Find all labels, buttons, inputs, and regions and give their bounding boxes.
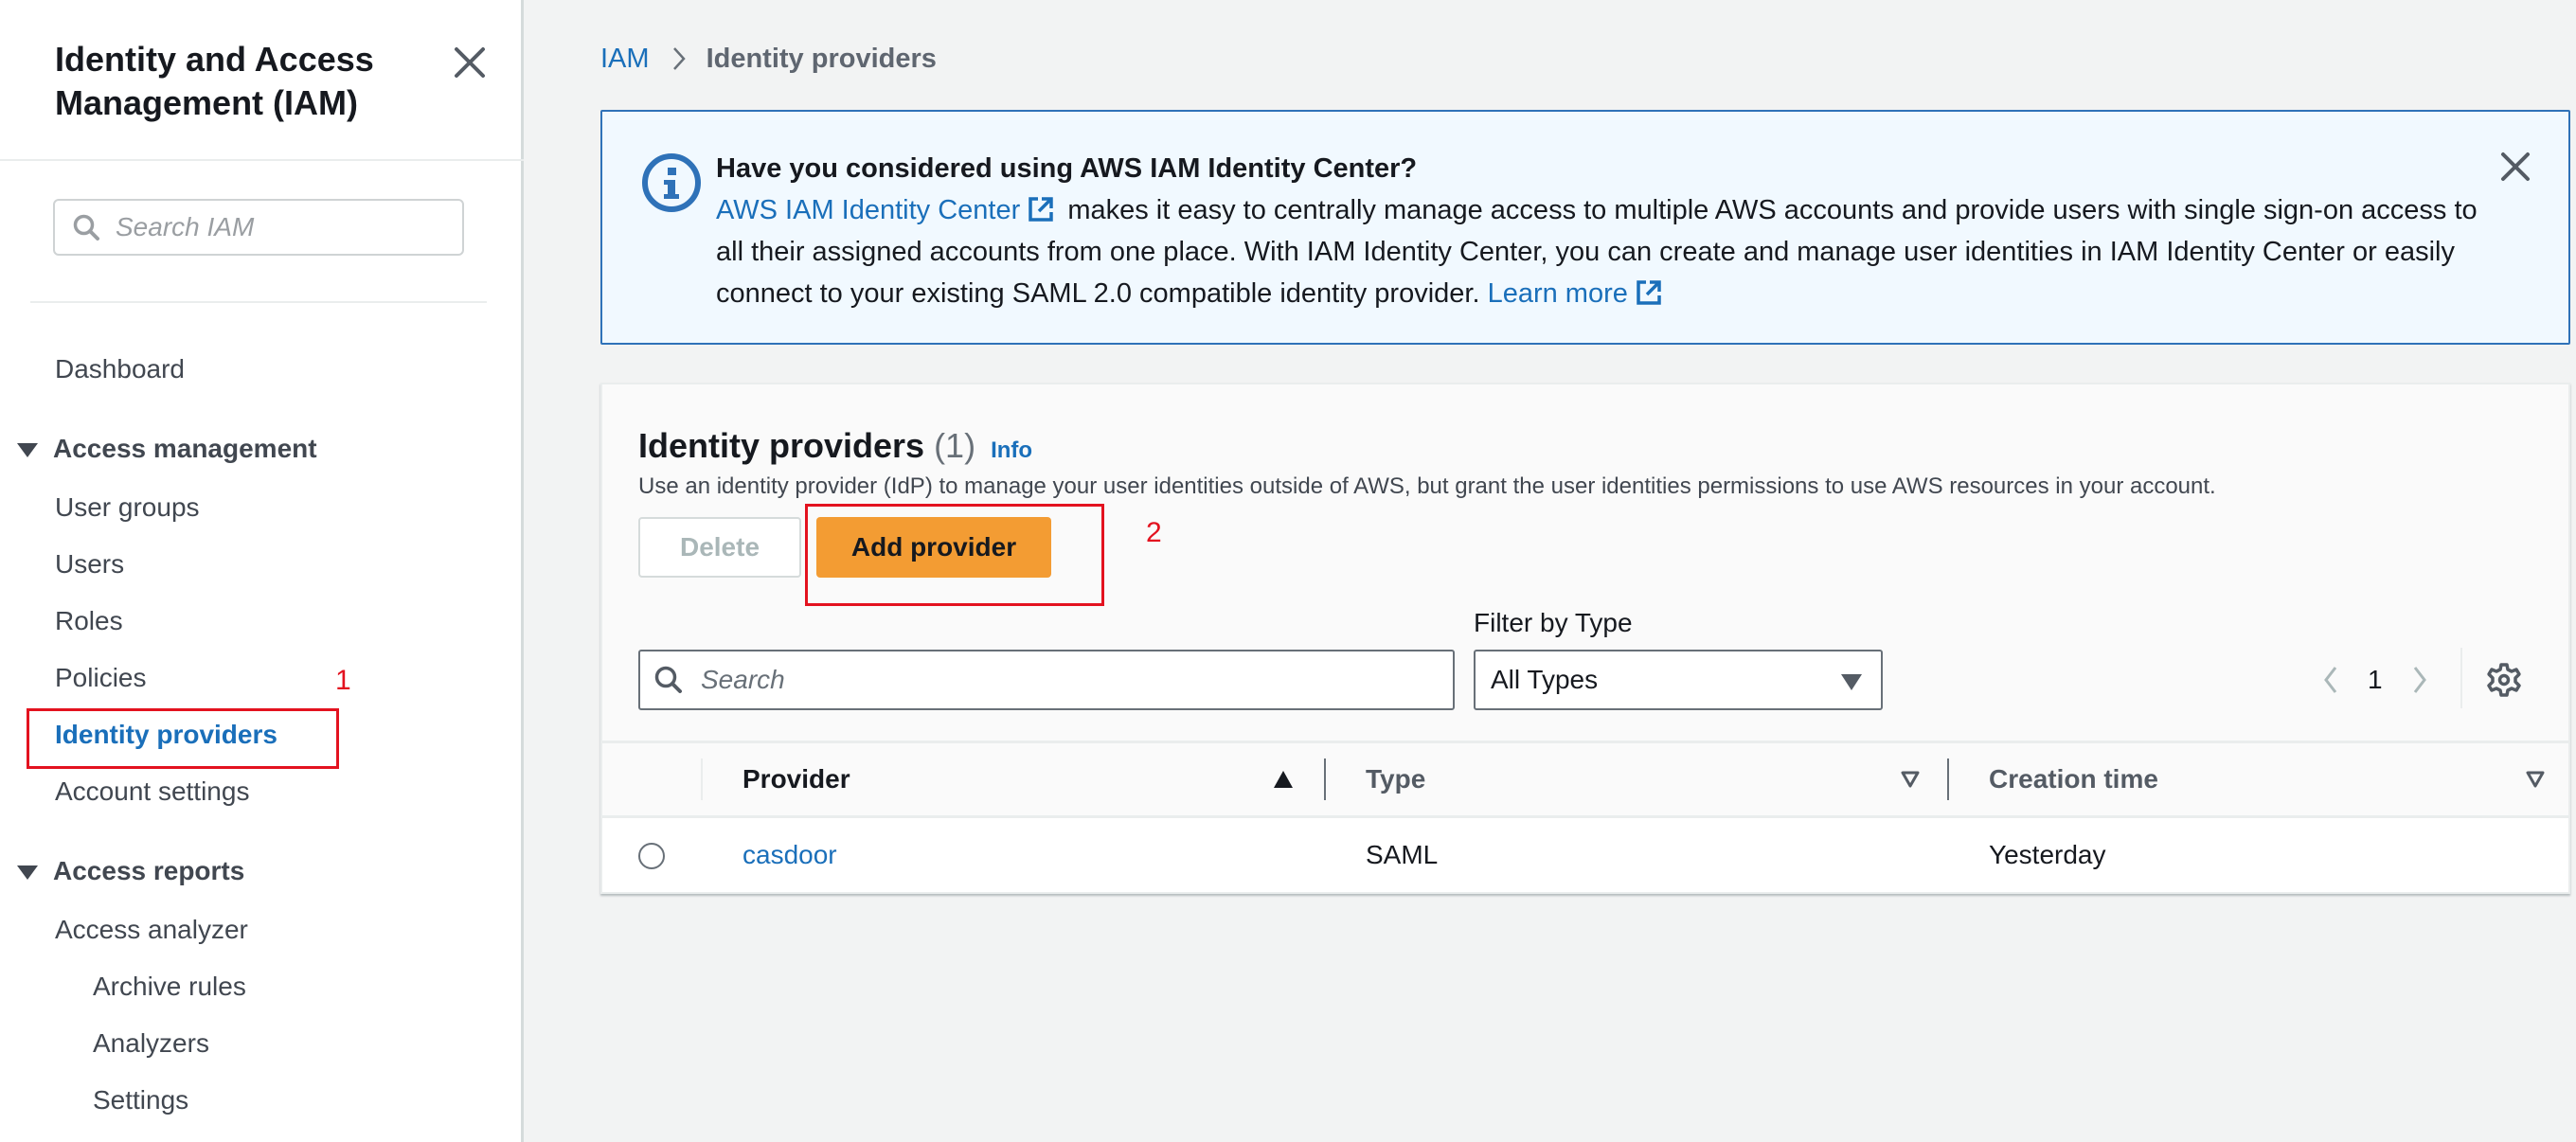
- external-link-icon: [1637, 280, 1661, 305]
- annotation-number-1: 1: [335, 665, 351, 696]
- sidebar-divider: [30, 301, 487, 303]
- column-divider[interactable]: [1324, 758, 1326, 800]
- column-header-type[interactable]: Type: [1366, 743, 1425, 815]
- flash-message: AWS IAM Identity Center makes it easy to…: [716, 189, 2496, 314]
- sidebar-divider: [0, 159, 524, 161]
- search-icon: [73, 214, 99, 241]
- sidebar-section-access-management[interactable]: Access management: [17, 432, 317, 466]
- page-number[interactable]: 1: [2368, 665, 2383, 695]
- provider-count: (1): [934, 426, 976, 465]
- sidebar-item-access-analyzer[interactable]: Access analyzer: [55, 913, 248, 947]
- provider-name-link[interactable]: casdoor: [742, 818, 837, 892]
- delete-button[interactable]: Delete: [638, 517, 801, 578]
- panel-title-text: Identity providers: [638, 426, 925, 465]
- sidebar-item-user-groups[interactable]: User groups: [55, 491, 200, 525]
- pagination: 1: [2315, 655, 2436, 705]
- identity-center-link[interactable]: AWS IAM Identity Center: [716, 195, 1020, 225]
- previous-page-button[interactable]: [2315, 659, 2347, 701]
- table-search[interactable]: [638, 650, 1455, 710]
- filter-type-select[interactable]: All Types: [1474, 650, 1883, 710]
- chevron-left-icon: [2324, 667, 2337, 693]
- info-link[interactable]: Info: [991, 429, 1032, 473]
- sidebar-section-label: Access management: [53, 434, 317, 463]
- panel-description: Use an identity provider (IdP) to manage…: [638, 473, 2216, 499]
- creation-time: Yesterday: [1989, 840, 2106, 869]
- sidebar-item-users[interactable]: Users: [55, 547, 124, 581]
- sort-icon[interactable]: [1900, 770, 1921, 789]
- flash-body: Have you considered using AWS IAM Identi…: [716, 148, 2496, 314]
- flash-title: Have you considered using AWS IAM Identi…: [716, 153, 1418, 184]
- close-sidebar-button[interactable]: [449, 42, 491, 83]
- info-icon: [642, 153, 701, 212]
- column-header-creation-time[interactable]: Creation time: [1989, 743, 2158, 815]
- add-provider-button[interactable]: Add provider: [816, 517, 1051, 578]
- filter-by-type-label: Filter by Type: [1474, 608, 1633, 637]
- chevron-right-icon: [672, 47, 686, 70]
- sidebar-title: Identity and Access Management (IAM): [55, 40, 374, 122]
- close-icon: [455, 47, 485, 78]
- sidebar-item-identity-providers[interactable]: Identity providers: [55, 718, 277, 752]
- caret-down-icon: [17, 442, 38, 457]
- search-icon: [654, 666, 682, 693]
- sidebar-item-analyzers[interactable]: Analyzers: [93, 1026, 209, 1061]
- table-row[interactable]: casdoor SAML Yesterday: [602, 818, 2568, 892]
- column-divider: [701, 758, 703, 800]
- external-link-icon: [1029, 197, 1054, 222]
- table-preferences-button[interactable]: [2485, 661, 2523, 699]
- sidebar-item-dashboard[interactable]: Dashboard: [55, 352, 185, 386]
- column-header-provider[interactable]: Provider: [742, 743, 850, 815]
- sidebar: Identity and Access Management (IAM) Das…: [0, 0, 524, 1142]
- identity-providers-table-panel: Identity providers (1) Info Use an ident…: [600, 383, 2570, 894]
- breadcrumb-iam-link[interactable]: IAM: [600, 42, 650, 76]
- caret-down-icon: [17, 865, 38, 880]
- sidebar-header: Identity and Access Management (IAM): [55, 38, 434, 125]
- table-search-input[interactable]: [701, 665, 1440, 695]
- sidebar-item-account-settings[interactable]: Account settings: [55, 775, 249, 809]
- row-select-radio[interactable]: [638, 843, 665, 869]
- sort-icon[interactable]: [2525, 770, 2546, 789]
- info-flashbar: Have you considered using AWS IAM Identi…: [600, 110, 2570, 345]
- close-icon: [2501, 152, 2530, 181]
- sidebar-item-roles[interactable]: Roles: [55, 604, 123, 638]
- sidebar-section-label: Access reports: [53, 856, 245, 885]
- gear-icon: [2487, 663, 2521, 697]
- table-header: Provider Type Creation time: [602, 741, 2568, 818]
- filter-type-value: All Types: [1491, 665, 1599, 694]
- breadcrumb: IAM Identity providers: [600, 42, 937, 76]
- breadcrumb-current: Identity providers: [706, 44, 937, 74]
- sidebar-item-settings[interactable]: Settings: [93, 1083, 188, 1117]
- sidebar-section-access-reports[interactable]: Access reports: [17, 854, 244, 888]
- next-page-button[interactable]: [2404, 659, 2436, 701]
- column-divider[interactable]: [1947, 758, 1949, 800]
- chevron-right-icon: [2413, 667, 2426, 693]
- provider-type: SAML: [1366, 840, 1439, 869]
- learn-more-link[interactable]: Learn more: [1488, 278, 1628, 309]
- annotation-number-2: 2: [1146, 517, 1162, 548]
- sidebar-search-input[interactable]: [116, 212, 456, 242]
- sidebar-item-policies[interactable]: Policies: [55, 661, 146, 695]
- panel-title: Identity providers (1) Info: [638, 424, 1032, 473]
- pagination-divider: [2460, 648, 2462, 708]
- dismiss-flash-button[interactable]: [2498, 150, 2532, 184]
- sidebar-item-archive-rules[interactable]: Archive rules: [93, 970, 246, 1004]
- sort-ascending-icon[interactable]: [1273, 770, 1294, 789]
- sidebar-search[interactable]: [53, 199, 464, 256]
- caret-down-icon: [1841, 674, 1862, 690]
